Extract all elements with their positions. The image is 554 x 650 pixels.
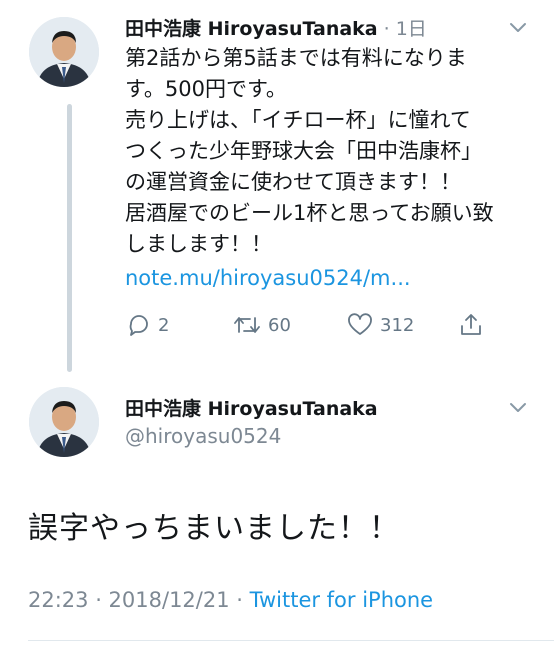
retweet-count: 60: [268, 314, 291, 336]
tweet-link[interactable]: note.mu/hiroyasu0524/m...: [125, 266, 494, 290]
chevron-down-icon: [510, 23, 526, 32]
avatar[interactable]: [29, 17, 99, 87]
tweet-timestamp-row: 22:23 · 2018/12/21 · Twitter for iPhone: [28, 588, 433, 612]
main-tweet-text: 誤字やっちまいました！！: [28, 511, 400, 546]
tweet-text-line: の運営資金に使わせて頂きます！！: [125, 170, 461, 194]
tweet-text-line: 居酒屋でのビール1杯と思ってお願い致: [125, 201, 494, 225]
tweet-text-line: 売り上げは、「イチロー杯」に憧れて: [125, 108, 471, 132]
tweet-menu-button[interactable]: [507, 18, 529, 36]
relative-time[interactable]: 1日: [396, 14, 427, 41]
divider: [28, 640, 554, 641]
display-name[interactable]: 田中浩康 HiroyasuTanaka: [125, 394, 378, 421]
avatar[interactable]: [29, 387, 99, 457]
time-separator: ·: [383, 18, 390, 40]
tweet-text-line: す。500円です。: [125, 77, 287, 101]
reply-count: 2: [158, 314, 170, 336]
tweet-timestamp: 22:23 · 2018/12/21 ·: [28, 588, 250, 612]
thread-line: [67, 104, 72, 372]
retweet-button[interactable]: 60: [232, 312, 291, 338]
tweet-source-link[interactable]: Twitter for iPhone: [250, 588, 434, 612]
tweet-text-line: 第2話から第5話までは有料になりま: [125, 46, 467, 70]
display-name[interactable]: 田中浩康 HiroyasuTanaka: [125, 14, 378, 41]
retweet-icon: [234, 317, 260, 333]
tweet-actions: 2 60 312: [126, 312, 496, 340]
chevron-down-icon: [510, 403, 526, 412]
tweet-text-line: つくった少年野球大会「田中浩康杯」: [125, 139, 482, 163]
reply-tweet-body: 第2話から第5話までは有料になりま す。500円です。 売り上げは、「イチロー杯…: [125, 43, 494, 290]
reply-icon: [129, 315, 148, 336]
heart-icon: [348, 313, 372, 335]
tweet-text-line: しまします！！: [125, 232, 272, 256]
like-button[interactable]: 312: [346, 312, 414, 338]
user-handle[interactable]: @hiroyasu0524: [125, 424, 281, 448]
reply-button[interactable]: 2: [126, 312, 169, 338]
tweet-menu-button[interactable]: [507, 398, 529, 416]
like-count: 312: [380, 314, 415, 336]
share-button[interactable]: [458, 312, 484, 338]
share-icon: [461, 314, 481, 335]
reply-tweet-header: 田中浩康 HiroyasuTanaka · 1日: [125, 14, 427, 41]
